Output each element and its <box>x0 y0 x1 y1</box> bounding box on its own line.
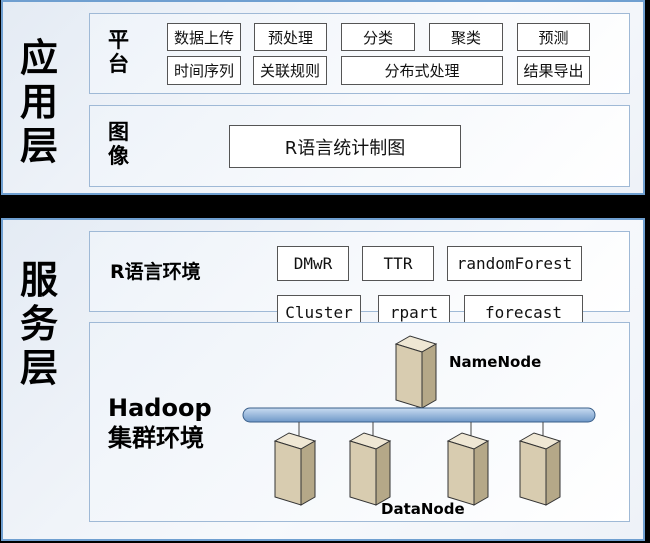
platform-item[interactable]: 关联规则 <box>253 56 327 85</box>
platform-item[interactable]: 分布式处理 <box>341 56 503 85</box>
platform-item[interactable]: 预测 <box>517 23 590 51</box>
platform-item[interactable]: 聚类 <box>429 23 503 51</box>
application-layer-title: 应用层 <box>19 36 58 168</box>
datanode-label: DataNode <box>381 500 465 518</box>
namenode-label: NameNode <box>449 353 542 371</box>
image-label: 图像 <box>108 120 129 168</box>
hadoop-cluster-diagram <box>242 335 596 506</box>
r-plotting-item[interactable]: R语言统计制图 <box>229 125 461 168</box>
application-layer-panel: 应用层 平台 数据上传 预处理 分类 聚类 预测 时间序列 关联规则 分布式处理… <box>1 0 645 195</box>
platform-item[interactable]: 结果导出 <box>517 56 590 85</box>
platform-item[interactable]: 时间序列 <box>167 56 241 85</box>
network-bus <box>242 407 596 423</box>
platform-item[interactable]: 数据上传 <box>167 23 241 51</box>
datanode-server-icon <box>447 432 489 506</box>
namenode-server-icon <box>395 335 437 409</box>
datanode-server-icon <box>349 432 391 506</box>
service-layer-panel: 服务层 R语言环境 DMwR TTR randomForest Cluster … <box>1 218 645 541</box>
datanode-server-icon <box>274 432 316 506</box>
platform-item[interactable]: 分类 <box>341 23 415 51</box>
datanode-server-icon <box>519 432 561 506</box>
platform-label: 平台 <box>108 28 129 76</box>
platform-item[interactable]: 预处理 <box>254 23 327 51</box>
